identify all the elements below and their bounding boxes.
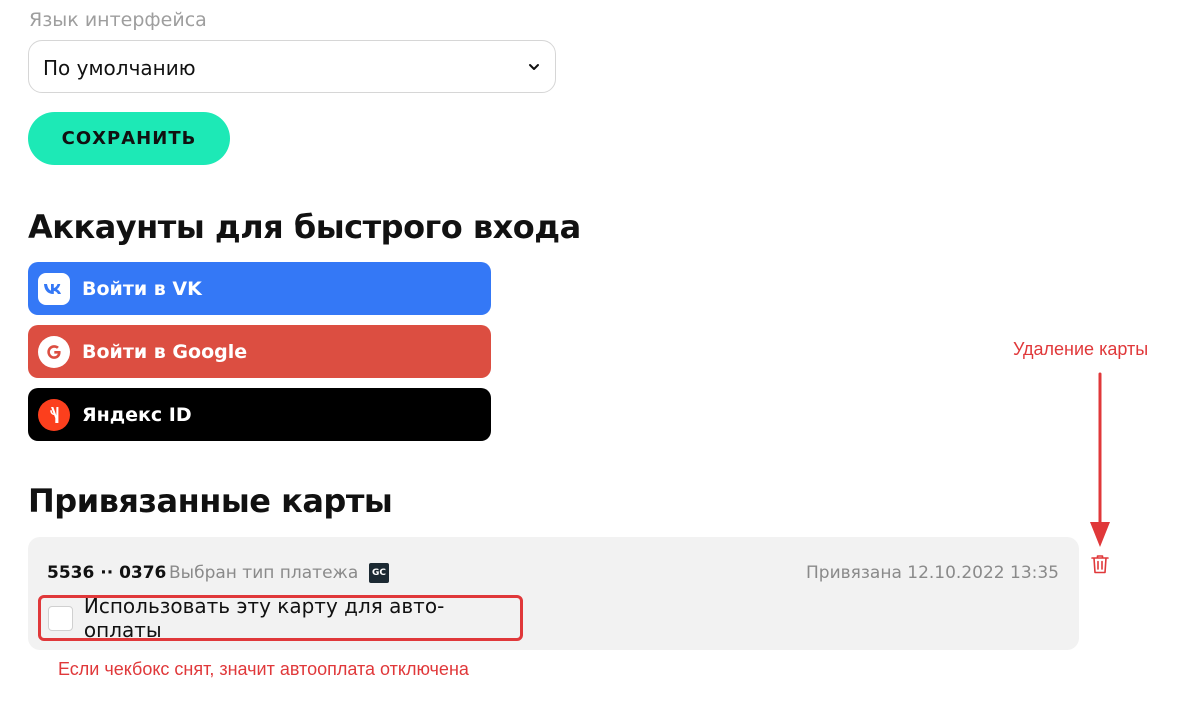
trash-icon[interactable] xyxy=(1091,554,1109,574)
yandex-login-label: Яндекс ID xyxy=(82,403,192,426)
card-number: 5536 ·· 0376 xyxy=(47,563,167,583)
google-icon xyxy=(38,335,70,368)
save-button[interactable]: СОХРАНИТЬ xyxy=(28,112,230,165)
payment-type-label: Выбран тип платежа xyxy=(169,563,359,583)
yandex-icon xyxy=(38,398,70,431)
gc-logo-icon: GC xyxy=(369,563,389,583)
delete-card-annotation: Удаление карты xyxy=(1013,339,1149,359)
vk-login-button[interactable]: Войти в VK xyxy=(28,262,491,315)
auto-pay-option: Использовать эту карту для авто-оплаты xyxy=(38,594,523,642)
language-select[interactable]: По умолчанию xyxy=(28,40,556,93)
auto-pay-annotation: Если чекбокс снят, значит автооплата отк… xyxy=(58,659,469,679)
linked-cards-heading: Привязанные карты xyxy=(28,482,393,520)
language-label: Язык интерфейса xyxy=(29,9,207,31)
arrow-down-icon xyxy=(1090,372,1110,547)
auto-pay-label[interactable]: Использовать эту карту для авто-оплаты xyxy=(84,594,520,642)
vk-login-label: Войти в VK xyxy=(82,277,202,300)
linked-card-row: 5536 ·· 0376 Выбран тип платежа GC Привя… xyxy=(28,537,1079,650)
auto-pay-checkbox[interactable] xyxy=(48,605,73,631)
vk-icon xyxy=(38,272,70,305)
yandex-login-button[interactable]: Яндекс ID xyxy=(28,388,491,441)
google-login-button[interactable]: Войти в Google xyxy=(28,325,491,378)
google-login-label: Войти в Google xyxy=(82,340,248,363)
chevron-down-icon xyxy=(529,64,539,70)
card-linked-date: Привязана 12.10.2022 13:35 xyxy=(806,563,1059,583)
accounts-heading: Аккаунты для быстрого входа xyxy=(28,208,581,246)
language-select-value: По умолчанию xyxy=(43,56,196,80)
